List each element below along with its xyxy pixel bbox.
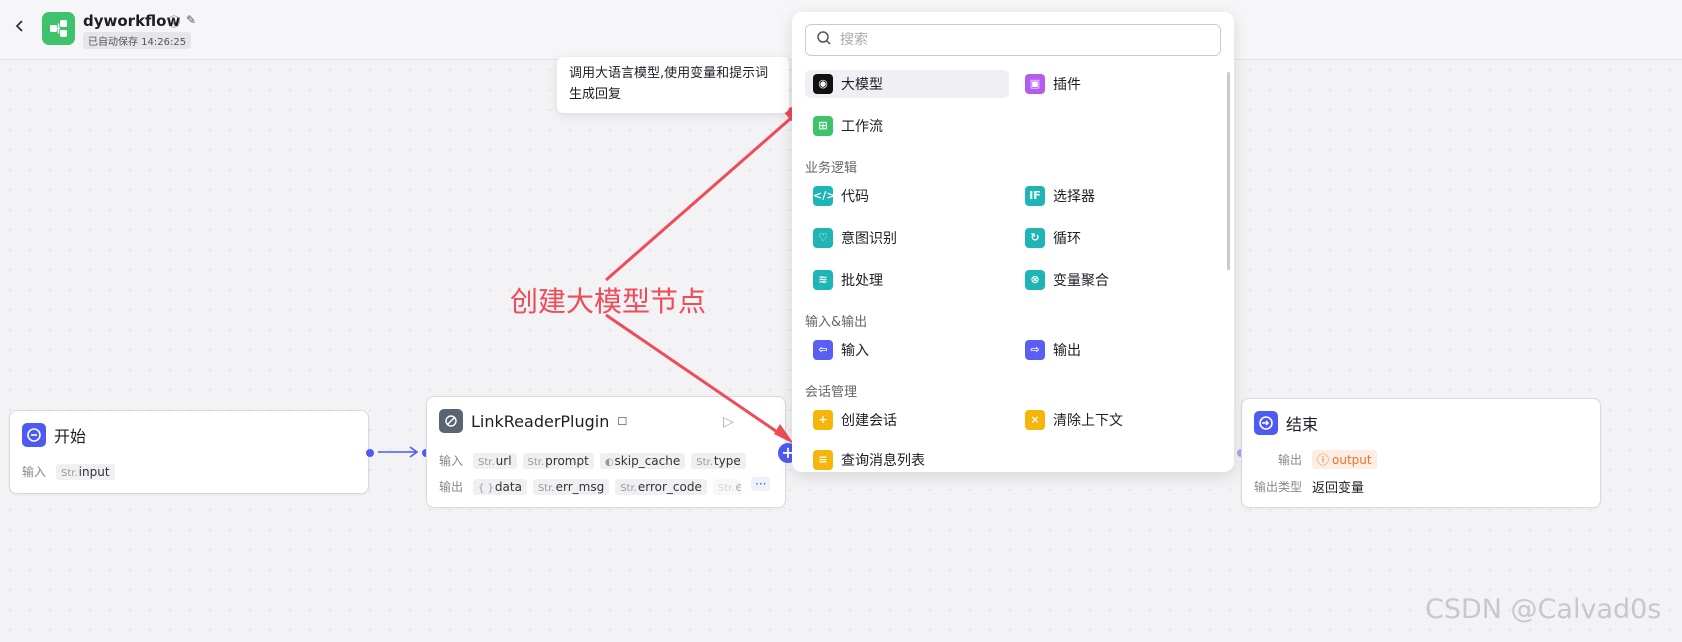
link-reader-icon [439, 409, 463, 433]
annotation-label: 创建大模型节点 [510, 285, 707, 318]
connection-edge [378, 446, 419, 458]
option-label: 选择器 [1053, 189, 1095, 205]
node-option-code[interactable]: </> 代码 [805, 182, 869, 210]
input-label: 输入 [22, 465, 47, 479]
output-type-label: 输出类型 [1254, 480, 1303, 494]
node-selector-panel: ◉ 大模型 ▣ 插件 ⊞ 工作流 业务逻辑 </> 代码 IF 选择器 ♡ 意图… [792, 12, 1234, 472]
warning-icon: ⓘ [1317, 453, 1330, 467]
node-option-loop[interactable]: ↻ 循环 [1017, 224, 1081, 252]
code-icon: </> [813, 186, 835, 206]
option-label: 大模型 [841, 77, 883, 93]
option-label: 插件 [1053, 77, 1081, 93]
option-label: 意图识别 [841, 231, 897, 247]
llm-tooltip: 调用大语言模型,使用变量和提示词生成回复 [557, 57, 789, 113]
clear-context-icon: × [1025, 410, 1045, 430]
param-tag: { }data [473, 478, 527, 495]
save-status-badge: 已自动保存 14:26:25 [83, 32, 192, 49]
input-icon: ⇦ [813, 340, 833, 360]
node-option-variable-merge[interactable]: ⊗ 变量聚合 [1017, 266, 1109, 294]
option-label: 变量聚合 [1053, 273, 1109, 289]
node-option-create-chat[interactable]: + 创建会话 [805, 406, 897, 434]
title-actions: ⓘ ✎ [168, 13, 196, 30]
option-label: 输出 [1053, 343, 1081, 359]
info-icon[interactable]: ⓘ [168, 13, 180, 30]
section-title: 输入&输出 [805, 315, 868, 330]
node-option-message-list[interactable]: ≡ 查询消息列表 [805, 446, 925, 472]
node-option-workflow[interactable]: ⊞ 工作流 [805, 112, 883, 140]
llm-icon: ◉ [813, 74, 833, 94]
start-node[interactable]: 开始 输入 Str.input [9, 410, 369, 494]
param-tag: Str.url [473, 452, 517, 469]
output-label: 输出 [1278, 453, 1303, 467]
batch-icon: ≋ [813, 270, 833, 290]
loop-icon: ↻ [1025, 228, 1045, 248]
edit-icon[interactable]: ✎ [186, 13, 196, 30]
chevron-left-icon[interactable] [14, 18, 30, 38]
input-label: 输入 [439, 454, 464, 468]
message-list-icon: ≡ [813, 450, 833, 470]
node-option-plugin[interactable]: ▣ 插件 [1017, 70, 1081, 98]
param-tag: Str.input [56, 463, 115, 480]
option-label: 清除上下文 [1053, 413, 1123, 429]
node-option-intent[interactable]: ♡ 意图识别 [805, 224, 897, 252]
search-icon [816, 30, 832, 50]
node-title: 开始 [54, 427, 87, 446]
option-label: 工作流 [841, 119, 883, 135]
start-icon [22, 423, 46, 447]
intent-icon: ♡ [813, 228, 833, 248]
end-node[interactable]: 结束 输出 ⓘ output 输出类型 返回变量 [1241, 398, 1601, 508]
node-option-llm[interactable]: ◉ 大模型 [805, 70, 1009, 98]
if-icon: IF [1025, 186, 1045, 206]
output-label: 输出 [439, 480, 464, 494]
node-title: LinkReaderPlugin [471, 411, 610, 431]
node-option-output[interactable]: ⇨ 输出 [1017, 336, 1081, 364]
node-option-selector[interactable]: IF 选择器 [1017, 182, 1095, 210]
annotation-arrows [605, 104, 802, 444]
option-label: 创建会话 [841, 413, 897, 429]
create-chat-icon: + [813, 410, 833, 430]
end-icon [1254, 411, 1278, 435]
param-tag: Str.err_msg [532, 478, 610, 495]
option-label: 循环 [1053, 231, 1081, 247]
output-tag: ⓘ output [1312, 450, 1377, 469]
panel-scrollbar[interactable] [1227, 72, 1230, 270]
variable-merge-icon: ⊗ [1025, 270, 1045, 290]
workflow-icon [42, 12, 75, 45]
search-input[interactable] [840, 32, 1200, 48]
output-icon: ⇨ [1025, 340, 1045, 360]
option-label: 输入 [841, 343, 869, 359]
output-type-value: 返回变量 [1312, 481, 1365, 496]
node-option-batch[interactable]: ≋ 批处理 [805, 266, 883, 294]
node-option-clear-context[interactable]: × 清除上下文 [1017, 406, 1123, 434]
section-title: 会话管理 [805, 385, 858, 400]
param-tag: Str.prompt [522, 452, 594, 469]
param-tag: Str.er [712, 478, 741, 495]
option-label: 代码 [841, 189, 869, 205]
more-button[interactable]: ··· [751, 477, 771, 491]
plugin-icon: ▣ [1025, 74, 1045, 94]
watermark: CSDN @Calvad0s [1425, 594, 1662, 625]
section-title: 业务逻辑 [805, 161, 858, 176]
node-title: 结束 [1286, 415, 1319, 434]
option-label: 批处理 [841, 273, 883, 289]
option-label: 查询消息列表 [841, 453, 925, 469]
workflow-title: dyworkflow [83, 12, 181, 30]
workflow-icon: ⊞ [813, 116, 833, 136]
param-tag: Str.error_code [615, 478, 707, 495]
node-option-input[interactable]: ⇦ 输入 [805, 336, 869, 364]
search-box[interactable] [805, 24, 1221, 56]
